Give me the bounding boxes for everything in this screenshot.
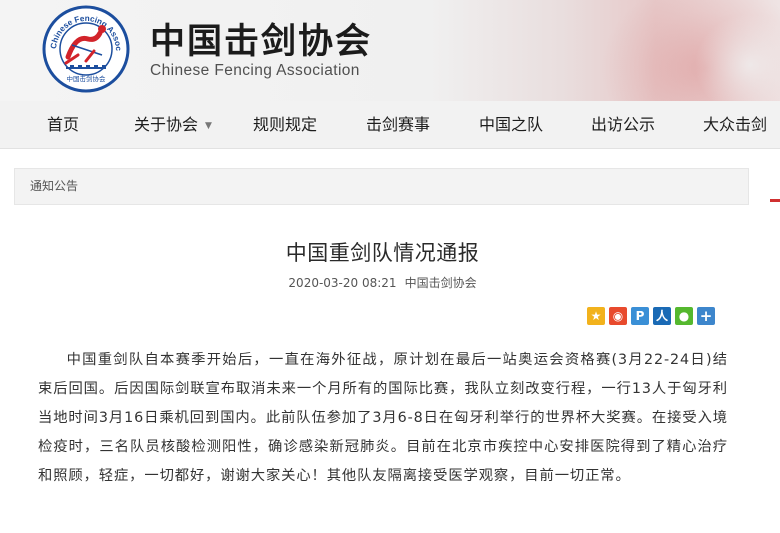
renren-icon[interactable]: 人	[653, 307, 671, 325]
article-author: 中国击剑协会	[404, 276, 477, 290]
site-header: Chinese Fencing Association 中国击剑协会 中国击剑协…	[0, 0, 780, 101]
nav-item-about[interactable]: 关于协会 ▼	[134, 101, 212, 149]
side-accent-marker	[770, 199, 780, 202]
nav-item-label: 中国之队	[479, 115, 544, 134]
wechat-icon[interactable]: ●	[675, 307, 693, 325]
association-logo[interactable]: Chinese Fencing Association 中国击剑协会	[42, 5, 130, 93]
nav-item-label: 出访公示	[591, 115, 656, 134]
nav-item-national-team[interactable]: 中国之队	[479, 101, 543, 149]
nav-item-rules[interactable]: 规则规定	[253, 101, 317, 149]
breadcrumb-link[interactable]: 通知公告	[30, 169, 78, 204]
nav-item-visits[interactable]: 出访公示	[591, 101, 655, 149]
header-banner-highlight	[690, 10, 780, 101]
chevron-down-icon: ▼	[205, 121, 212, 131]
more-share-icon[interactable]: +	[697, 307, 715, 325]
nav-item-public-fencing[interactable]: 大众击剑	[703, 101, 767, 149]
logo-bottom-text: 中国击剑协会	[67, 74, 107, 83]
nav-item-label: 规则规定	[253, 115, 318, 134]
nav-item-label: 大众击剑	[703, 115, 768, 134]
nav-item-label: 首页	[47, 115, 80, 134]
nav-item-events[interactable]: 击剑赛事	[366, 101, 430, 149]
article-body: 中国重剑队自本赛季开始后，一直在海外征战，原计划在最后一站奥运会资格赛(3月22…	[38, 352, 728, 484]
article-meta: 2020-03-20 08:21 中国击剑协会	[0, 274, 765, 291]
breadcrumb: 通知公告	[14, 168, 749, 205]
qzone-icon[interactable]: ★	[587, 307, 605, 325]
site-title: 中国击剑协会	[150, 21, 373, 62]
nav-item-home[interactable]: 首页	[47, 101, 79, 149]
nav-item-label: 关于协会	[134, 115, 199, 134]
site-subtitle: Chinese Fencing Association	[150, 62, 360, 79]
pengyou-icon[interactable]: P	[631, 307, 649, 325]
nav-item-label: 击剑赛事	[366, 115, 431, 134]
share-bar: ★ ◉ P 人 ● +	[587, 307, 719, 325]
main-nav: 首页 关于协会 ▼ 规则规定 击剑赛事 中国之队 出访公示 大众击剑	[0, 101, 780, 149]
article-title: 中国重剑队情况通报	[285, 241, 480, 265]
weibo-icon[interactable]: ◉	[609, 307, 627, 325]
article-date: 2020-03-20 08:21	[288, 276, 397, 290]
